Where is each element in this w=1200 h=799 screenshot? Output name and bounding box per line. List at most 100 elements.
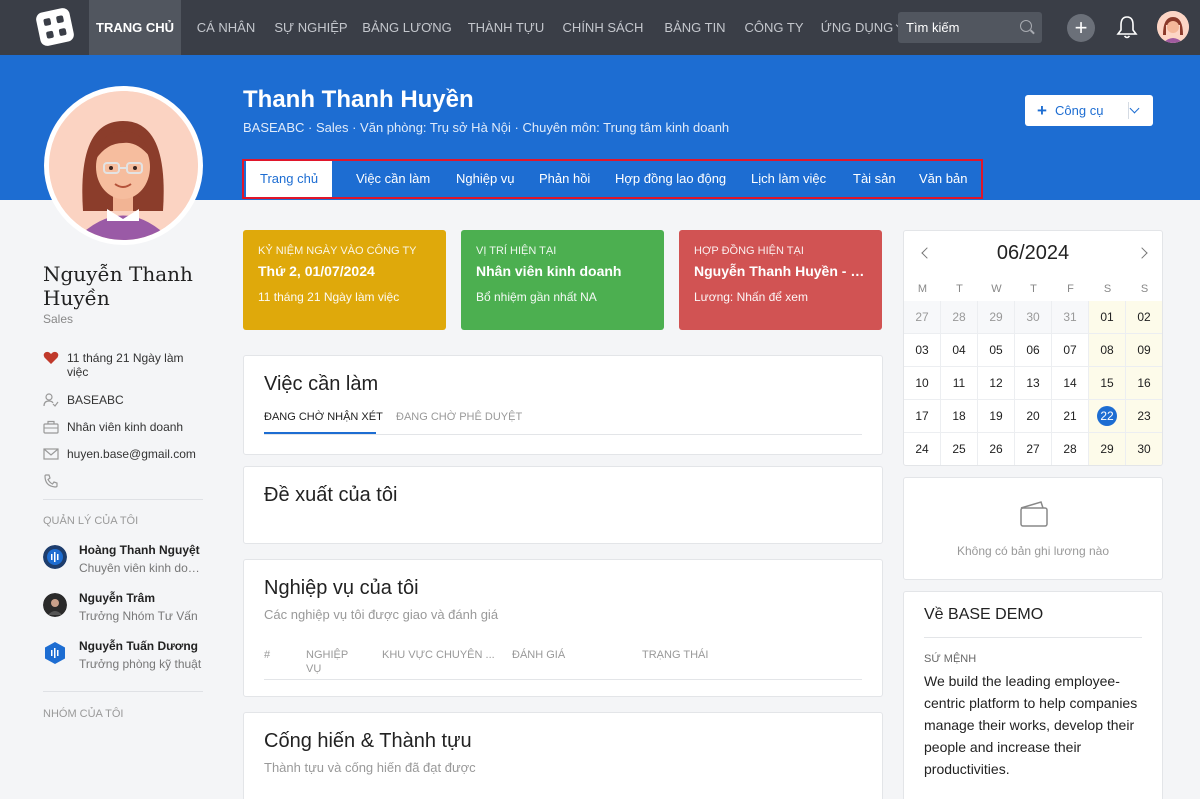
tab-feedback[interactable]: Phản hồi [539,161,590,197]
calendar-day[interactable]: 29 [1089,433,1126,465]
managers-title: QUẢN LÝ CỦA TÔI [43,515,139,527]
todo-title: Việc cần làm [264,373,379,395]
nav-home[interactable]: TRANG CHỦ [89,0,181,55]
contract-card[interactable]: HỢP ĐỒNG HIỆN TẠI Nguyễn Thanh Huyền - H… [679,230,882,330]
tab-duties[interactable]: Nghiệp vụ [456,161,515,197]
calendar-day[interactable]: 26 [978,433,1015,465]
add-button[interactable]: + [1067,14,1095,42]
weekday-label: F [1067,283,1074,295]
calendar-day[interactable]: 16 [1126,367,1162,400]
anniversary-card[interactable]: KỶ NIỆM NGÀY VÀO CÔNG TY Thứ 2, 01/07/20… [243,230,446,330]
calendar-day[interactable]: 12 [978,367,1015,400]
column-header: TRẠNG THÁI [642,649,709,661]
mission-text: We build the leading employee-centric pl… [924,673,1138,777]
calendar-widget: 06/2024 MTWTFSS 27 28 29 30 31 01 02 03 04 05 06 07… [903,230,1163,466]
calendar-day[interactable]: 13 [1015,367,1052,400]
bell-icon[interactable] [1116,15,1138,39]
nav-payroll[interactable]: BẢNG LƯƠNG [360,0,454,55]
nav-achievements[interactable]: THÀNH TỰU [464,0,548,55]
calendar-day[interactable]: 28 [941,301,978,334]
calendar-day[interactable]: 31 [1052,301,1089,334]
salary-empty-text: Không có bản ghi lương nào [956,544,1109,558]
calendar-day[interactable]: 27 [1015,433,1052,465]
calendar-day[interactable]: 18 [941,400,978,433]
calendar-day[interactable]: 28 [1052,433,1089,465]
tab-home[interactable]: Trang chủ [246,161,333,197]
nav-career[interactable]: SỰ NGHIỆP [272,0,350,55]
calendar-day[interactable]: 20 [1015,400,1052,433]
calendar-month: 06/2024 [996,242,1070,264]
position-card[interactable]: VỊ TRÍ HIỆN TẠI Nhân viên kinh doanh Bổ … [461,230,664,330]
column-header: KHU VỰC CHUYÊN ... [382,649,495,661]
calendar-day[interactable]: 19 [978,400,1015,433]
weekday-label: S [1140,283,1149,295]
nav-policies[interactable]: CHÍNH SÁCH [558,0,648,55]
calendar-day[interactable]: 30 [1015,301,1052,334]
tab-pending-review[interactable]: ĐANG CHỜ NHẬN XÉT [264,411,383,423]
salary-box: Không có bản ghi lương nào [903,477,1163,580]
wallet-icon [1020,501,1048,527]
tab-pending-approval[interactable]: ĐANG CHỜ PHÊ DUYỆT [396,411,522,423]
tab-labor-contract[interactable]: Hợp đồng lao động [615,161,726,197]
user-check-icon [43,393,59,407]
calendar-day[interactable]: 29 [978,301,1015,334]
calendar-day[interactable]: 10 [904,367,941,400]
weekday-label: W [991,283,1002,295]
tab-documents[interactable]: Văn bản [919,161,967,197]
nav-company[interactable]: CÔNG TY [742,0,806,55]
calendar-day[interactable]: 30 [1126,433,1162,465]
calendar-day[interactable]: 15 [1089,367,1126,400]
calendar-day[interactable]: 07 [1052,334,1089,367]
base-logo-icon[interactable] [34,6,76,48]
profile-photo[interactable] [44,86,203,245]
calendar-day[interactable]: 01 [1089,301,1126,334]
column-header: # [264,649,271,661]
phone-icon[interactable] [43,474,59,488]
proposals-title: Đề xuất của tôi [264,484,398,506]
calendar-day[interactable]: 24 [904,433,941,465]
manager-avatar [43,593,67,617]
profile-role: Sales [43,312,74,326]
calendar-day[interactable]: 03 [904,334,941,367]
nav-apps[interactable]: ỨNG DỤNG [816,0,898,55]
user-avatar[interactable] [1157,11,1189,43]
calendar-day[interactable]: 06 [1015,334,1052,367]
calendar-day[interactable]: 05 [978,334,1015,367]
mail-icon [43,448,59,460]
duties-title: Nghiệp vụ của tôi [264,577,419,599]
nav-newsfeed[interactable]: BẢNG TIN [658,0,732,55]
calendar-day[interactable]: 25 [941,433,978,465]
achievements-title: Cống hiến & Thành tựu [264,730,472,752]
tab-schedule[interactable]: Lịch làm việc [751,161,826,197]
plus-icon: + [1037,101,1047,120]
manager-avatar [43,545,67,569]
tools-button[interactable]: + Công cụ [1025,95,1153,126]
calendar-day[interactable]: 21 [1052,400,1089,433]
calendar-day[interactable]: 11 [941,367,978,400]
calendar-day[interactable]: 08 [1089,334,1126,367]
header-subtitle: BASEABC · Sales · Văn phòng: Trụ sở Hà N… [243,120,730,135]
search-icon[interactable] [1020,20,1032,32]
manager-item[interactable]: Hoàng Thanh Nguyệt Chuyên viên kinh doan… [43,543,208,583]
calendar-day[interactable]: 17 [904,400,941,433]
calendar-day[interactable]: 02 [1126,301,1162,334]
column-header: NGHIỆP VỤ [306,649,348,675]
calendar-day[interactable]: 14 [1052,367,1089,400]
manager-item[interactable]: Nguyễn Tuấn Dương Trưởng phòng kỹ thuật [43,639,208,679]
manager-item[interactable]: Nguyễn Trâm Trưởng Nhóm Tư Vấn [43,591,208,631]
weekday-label: M [917,283,928,295]
calendar-day[interactable]: 04 [941,334,978,367]
tab-tasks[interactable]: Việc cần làm [356,161,430,197]
weekday-label: T [1030,283,1037,295]
header-name: Thanh Thanh Huyền [243,86,474,113]
proposals-panel: Đề xuất của tôi [243,466,883,544]
search-input[interactable] [906,18,1014,37]
calendar-day[interactable]: 23 [1126,400,1162,433]
tab-assets[interactable]: Tài sản [853,161,896,197]
calendar-day[interactable]: 27 [904,301,941,334]
calendar-day[interactable]: 22 [1089,400,1126,433]
profile-tabs: Trang chủ Việc cần làm Nghiệp vụ Phản hồ… [242,159,983,199]
calendar-day[interactable]: 09 [1126,334,1162,367]
nav-personal[interactable]: CÁ NHÂN [190,0,262,55]
chevron-down-icon[interactable] [1129,103,1140,114]
